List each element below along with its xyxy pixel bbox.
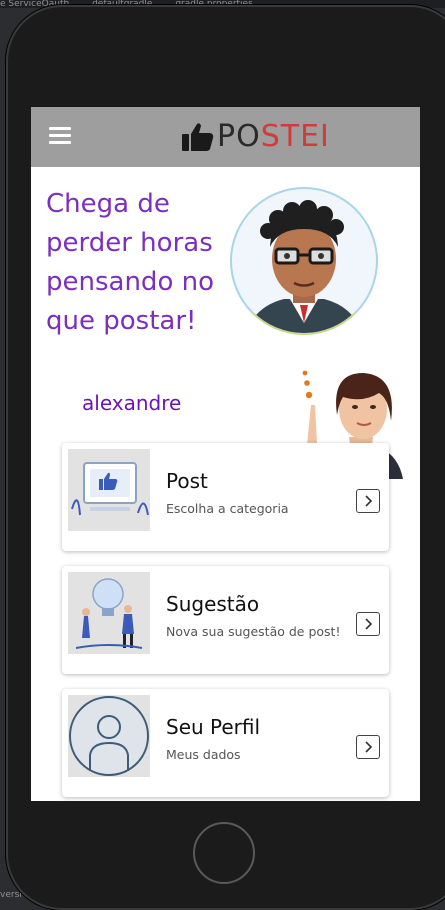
avatar-illustration xyxy=(230,187,378,335)
hero-section: Chega de perder horas pensando no que po… xyxy=(31,167,420,479)
logo-text: POSTEI xyxy=(217,119,330,155)
card-title: Post xyxy=(166,469,208,493)
username-label: alexandre xyxy=(82,391,182,415)
idea-illustration xyxy=(68,572,150,654)
chevron-right-icon[interactable] xyxy=(356,735,380,759)
app-logo: POSTEI xyxy=(181,119,330,155)
card-subtitle: Meus dados xyxy=(166,747,241,762)
card-sugestao[interactable]: Sugestão Nova sua sugestão de post! xyxy=(62,566,389,674)
app-screen: POSTEI Chega de perder horas pensando no… xyxy=(31,107,420,801)
logo-text-accent: STEI xyxy=(260,119,330,154)
app-bar: POSTEI xyxy=(31,107,420,167)
post-illustration xyxy=(68,449,150,531)
card-subtitle: Escolha a categoria xyxy=(166,501,289,516)
card-post[interactable]: Post Escolha a categoria xyxy=(62,443,389,551)
user-profile-icon xyxy=(68,695,150,777)
card-title: Sugestão xyxy=(166,592,260,616)
hero-tagline: Chega de perder horas pensando no que po… xyxy=(46,189,214,336)
chevron-right-icon[interactable] xyxy=(356,612,380,636)
chevron-right-icon[interactable] xyxy=(356,489,380,513)
thumbs-up-icon xyxy=(182,123,214,151)
card-subtitle: Nova sua sugestão de post! xyxy=(166,624,341,639)
logo-text-prefix: PO xyxy=(217,119,261,154)
card-seu-perfil[interactable]: Seu Perfil Meus dados xyxy=(62,689,389,797)
hamburger-menu-icon[interactable] xyxy=(49,127,71,145)
home-button[interactable] xyxy=(193,822,255,884)
card-title: Seu Perfil xyxy=(166,715,261,739)
